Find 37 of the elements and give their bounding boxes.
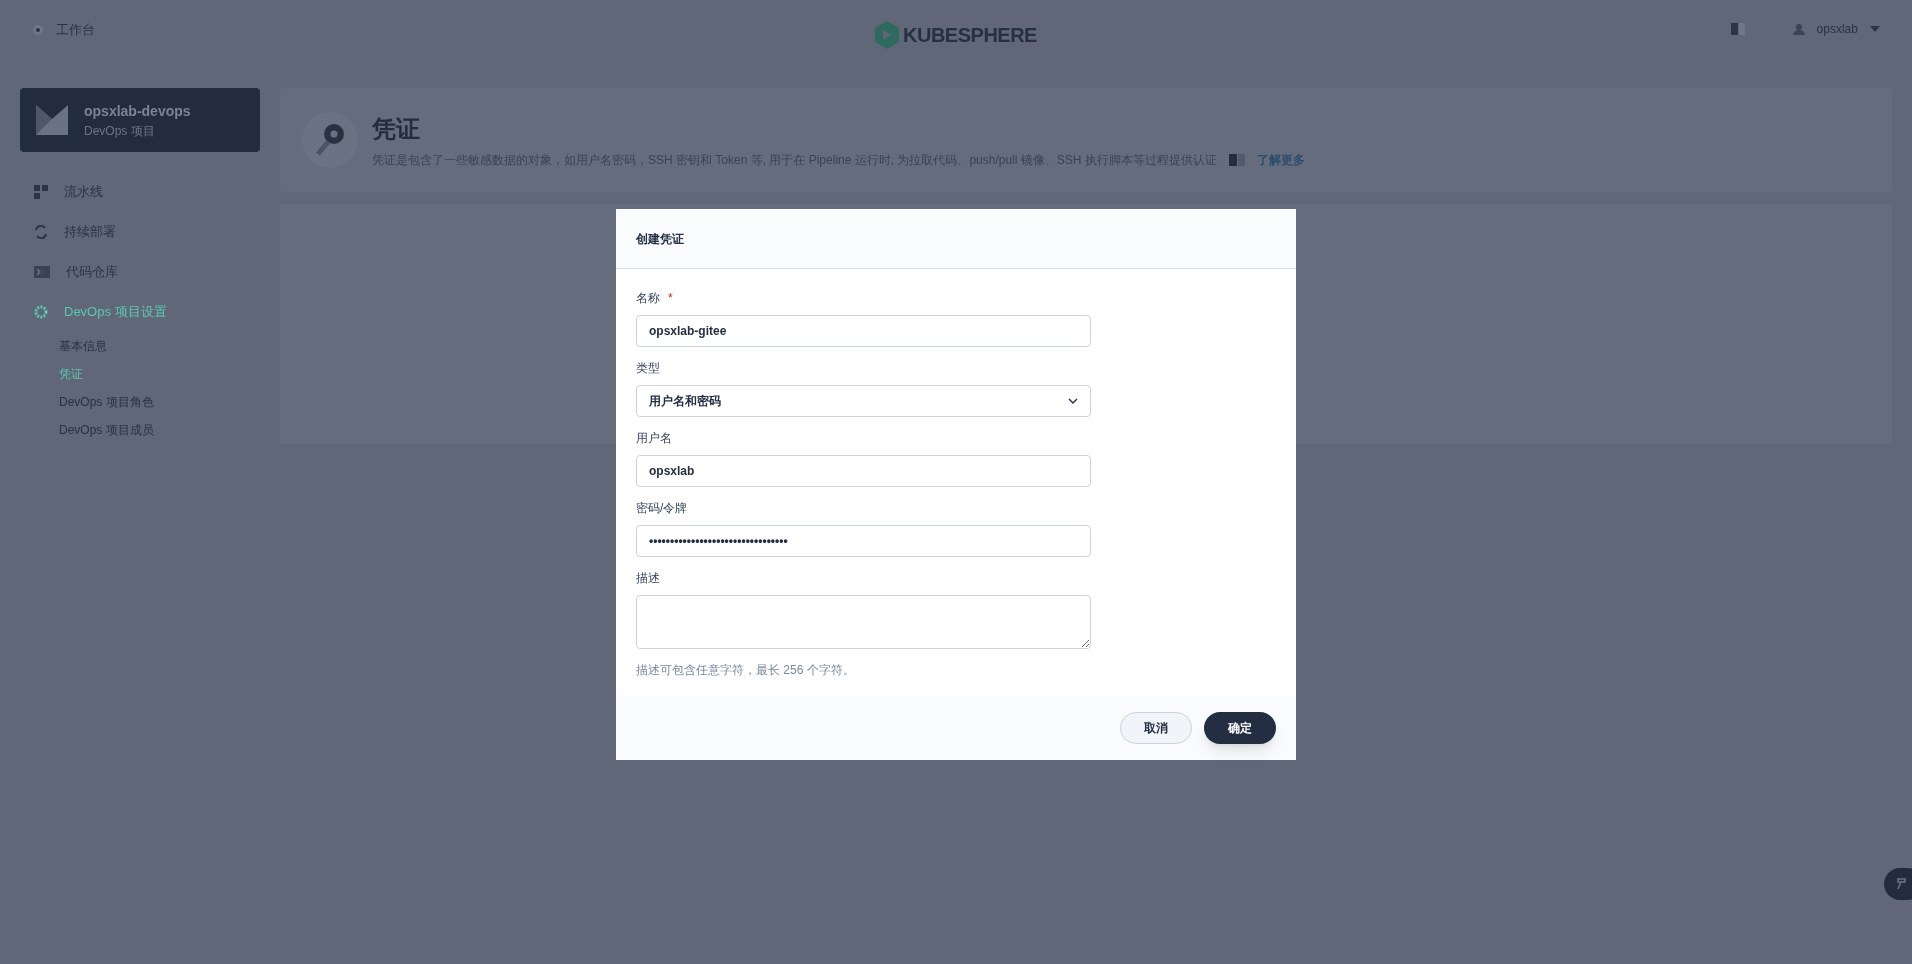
- chevron-down-icon: [1068, 398, 1078, 404]
- terminal-icon: [34, 266, 50, 278]
- arrows-icon: [34, 225, 48, 239]
- docs-icon[interactable]: [1730, 23, 1745, 35]
- hammer-icon: [1896, 878, 1906, 890]
- field-hint: 描述可包含任意字符，最长 256 个字符。: [636, 662, 856, 679]
- field-label: 名称: [636, 290, 660, 307]
- grid-icon: [34, 185, 48, 199]
- field-label: 密码/令牌: [636, 500, 688, 517]
- workbench-icon[interactable]: [32, 23, 44, 36]
- description-field[interactable]: [636, 595, 1091, 649]
- project-type: DevOps 项目: [84, 122, 156, 140]
- field-label: 用户名: [636, 430, 672, 447]
- key-icon: [300, 110, 360, 170]
- nav-item[interactable]: DevOps 项目设置: [20, 292, 260, 332]
- book-icon: [1228, 154, 1245, 166]
- project-name: opsxlab-devops: [84, 101, 191, 121]
- project-icon: [36, 105, 68, 135]
- gear-icon: [34, 305, 48, 319]
- dialog-title: 创建凭证: [636, 230, 684, 248]
- field-label: 描述: [636, 570, 660, 587]
- nav-subitem[interactable]: 凭证: [20, 360, 260, 388]
- field-label: 类型: [636, 360, 660, 377]
- cancel-button[interactable]: 取消: [1120, 711, 1192, 744]
- page-title: 凭证: [372, 114, 421, 144]
- learn-more-link[interactable]: 了解更多: [1256, 151, 1305, 169]
- required-mark: *: [668, 290, 673, 307]
- toolbox-button[interactable]: [1884, 868, 1912, 900]
- user-icon: [1792, 23, 1805, 35]
- confirm-button[interactable]: 确定: [1204, 711, 1276, 744]
- input-field[interactable]: •••••••••••••••••••••••••••••••••: [636, 525, 1091, 557]
- logo-icon: [875, 21, 900, 49]
- input-field[interactable]: opsxlab: [636, 455, 1091, 487]
- input-field[interactable]: opsxlab-gitee: [636, 315, 1091, 347]
- type-select[interactable]: 用户名和密码: [636, 385, 1091, 417]
- caret-icon[interactable]: [1870, 26, 1880, 32]
- logo-text: KUBESPHERE: [903, 23, 1037, 48]
